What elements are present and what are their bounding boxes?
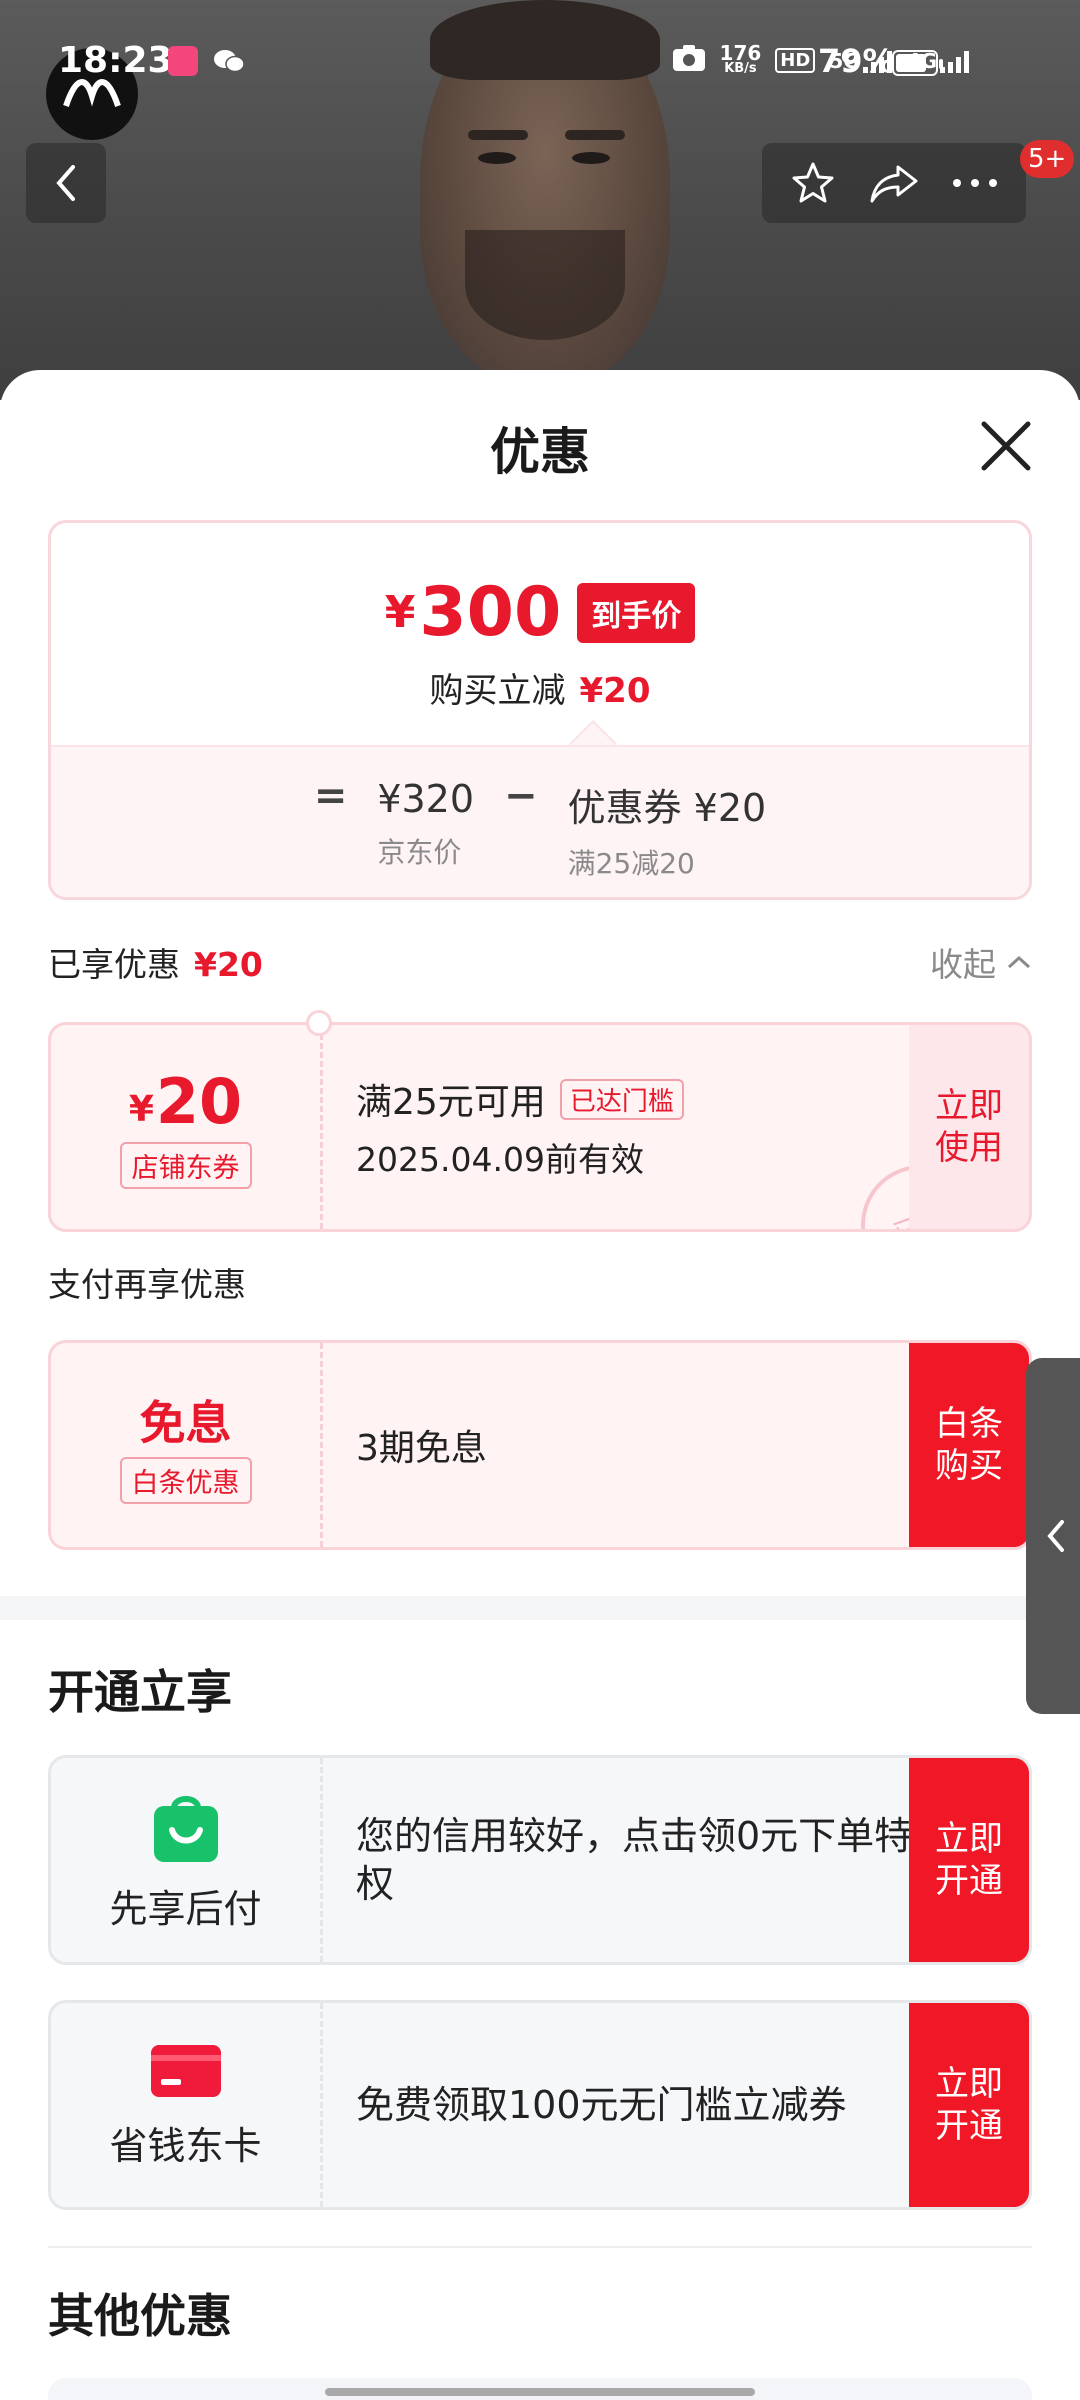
chevron-left-icon (56, 165, 75, 201)
equals-sign: = (313, 773, 348, 819)
enjoyed-row: 已享优惠 ¥20 收起 (48, 938, 1032, 986)
more-button[interactable] (940, 148, 1010, 218)
collapse-label: 收起 (930, 945, 996, 984)
open-section-title: 开通立享 (48, 1665, 232, 1719)
pay-later-open-button[interactable]: 立即开通 (909, 1758, 1029, 1962)
price-yen: ¥ (384, 587, 416, 638)
net-speed-value: 176 (719, 40, 762, 65)
baitiao-tag: 白条优惠 (119, 1456, 252, 1504)
card-icon (150, 2044, 221, 2097)
open-item-jd-card: 省钱东卡 免费领取100元无门槛立减券 立即开通 (48, 2000, 1032, 2210)
back-button[interactable] (26, 143, 106, 223)
share-icon (870, 165, 918, 203)
minus-sign: − (504, 773, 538, 819)
side-drawer-tab[interactable] (1026, 1358, 1080, 1714)
price-card: ¥ 300 到手价 购买立减 ¥20 = ¥320 京东价 − 优惠券 ¥20 满… (48, 520, 1032, 900)
final-price-tag: 到手价 (577, 582, 696, 643)
enjoyed-label: 已享优惠 ¥20 (48, 938, 263, 986)
coupon-rule: 满25减20 (567, 847, 695, 880)
enjoyed-amount: ¥20 (194, 945, 263, 984)
sheet-title: 优惠 (490, 423, 590, 481)
nav-actions (762, 143, 1026, 223)
favorite-button[interactable] (778, 148, 848, 218)
star-icon (792, 162, 834, 203)
jd-card-info: 免费领取100元无门槛立减券 (356, 2003, 946, 2207)
app-notification-icon (168, 46, 198, 76)
save-line: 购买立减 ¥20 (51, 663, 1029, 712)
shopping-bag-icon (153, 1795, 218, 1862)
coupon-validity: 2025.04.09前有效 (356, 1140, 644, 1179)
pay-section-label: 支付再享优惠 (48, 1265, 246, 1304)
pay-later-left: 先享后付 (51, 1758, 323, 1962)
wechat-icon (213, 48, 245, 78)
use-now-label: 立即使用 (935, 1086, 1003, 1168)
close-button[interactable] (976, 416, 1036, 476)
interest-free-title: 免息 (139, 1395, 232, 1450)
battery-percent: 79% (818, 42, 895, 80)
jd-card-left: 省钱东卡 (51, 2003, 323, 2207)
chevron-up-icon (1007, 955, 1031, 969)
close-icon (981, 421, 1031, 471)
baitiao-desc: 3期免息 (356, 1428, 487, 1469)
baitiao-left: 免息 白条优惠 (51, 1343, 323, 1547)
save-amount: ¥20 (579, 671, 651, 711)
jd-card-open-label: 立即开通 (935, 2064, 1003, 2146)
pay-later-desc: 您的信用较好，点击领0元下单特权 (356, 1814, 913, 1906)
status-bar: 18:23 176 KB/s HD 5G 4G 79% (0, 0, 1080, 120)
baitiao-buy-label: 白条购买 (935, 1404, 1003, 1486)
coupon-amount: ¥20 (129, 1065, 242, 1138)
net-speed-unit: KB/s (724, 60, 757, 76)
pay-later-info: 您的信用较好，点击领0元下单特权 (356, 1758, 946, 1962)
pay-later-open-label: 立即开通 (935, 1819, 1003, 1901)
price-formula: = ¥320 京东价 − 优惠券 ¥20 满25减20 (51, 745, 1029, 897)
discount-sheet: 优惠 ¥ 300 到手价 购买立减 ¥20 = ¥320 京东价 − 优惠券 ¥… (0, 370, 1080, 2400)
hd-icon: HD (775, 48, 816, 73)
base-price-label: 京东价 (377, 836, 462, 869)
use-now-button[interactable]: 立即使用 (909, 1025, 1029, 1229)
coupon-info: 满25元可用 已达门槛 2025.04.09前有效 (356, 1025, 946, 1229)
baitiao-offer: 免息 白条优惠 3期免息 白条购买 (48, 1340, 1032, 1550)
jd-card-name: 省钱东卡 (109, 2123, 262, 2168)
battery-fill (896, 54, 927, 72)
status-time: 18:23 (58, 40, 173, 81)
other-section-title: 其他优惠 (48, 2289, 232, 2343)
coupon-left: ¥20 店铺东券 (51, 1025, 323, 1229)
final-price: 300 (419, 573, 562, 652)
jd-card-open-button[interactable]: 立即开通 (909, 2003, 1029, 2207)
open-item-pay-later: 先享后付 您的信用较好，点击领0元下单特权 立即开通 (48, 1755, 1032, 1965)
net-speed: 176 KB/s (719, 40, 762, 77)
coupon-value: 优惠券 ¥20 (567, 786, 767, 830)
enjoyed-text: 已享优惠 (48, 945, 180, 984)
share-button[interactable] (859, 148, 929, 218)
coupon-yen: ¥ (128, 1089, 154, 1130)
camera-icon (672, 44, 706, 77)
collapse-button[interactable]: 收起 (930, 938, 1032, 986)
baitiao-buy-button[interactable]: 白条购买 (909, 1343, 1029, 1547)
section-divider (0, 1596, 1080, 1620)
chevron-left-icon (1047, 1520, 1064, 1552)
threshold-reached-tag: 已达门槛 (559, 1078, 684, 1120)
save-text: 购买立减 (429, 671, 566, 711)
baitiao-info: 3期免息 (356, 1343, 946, 1547)
battery-icon (892, 50, 943, 76)
divider (48, 2246, 1032, 2248)
coupon-type-tag: 店铺东券 (119, 1142, 252, 1189)
more-icon (953, 179, 998, 187)
home-indicator[interactable] (325, 2388, 755, 2396)
jd-card-desc: 免费领取100元无门槛立减券 (356, 2083, 847, 2127)
base-price: ¥320 (377, 777, 475, 821)
store-coupon: ¥20 店铺东券 满25元可用 已达门槛 2025.04.09前有效 已领 立即… (48, 1022, 1032, 1232)
coupon-threshold: 满25元可用 (356, 1082, 546, 1123)
coupon-amount-value: 20 (155, 1065, 243, 1138)
notification-badge: 5+ (1020, 140, 1075, 178)
pay-later-name: 先享后付 (109, 1886, 262, 1931)
